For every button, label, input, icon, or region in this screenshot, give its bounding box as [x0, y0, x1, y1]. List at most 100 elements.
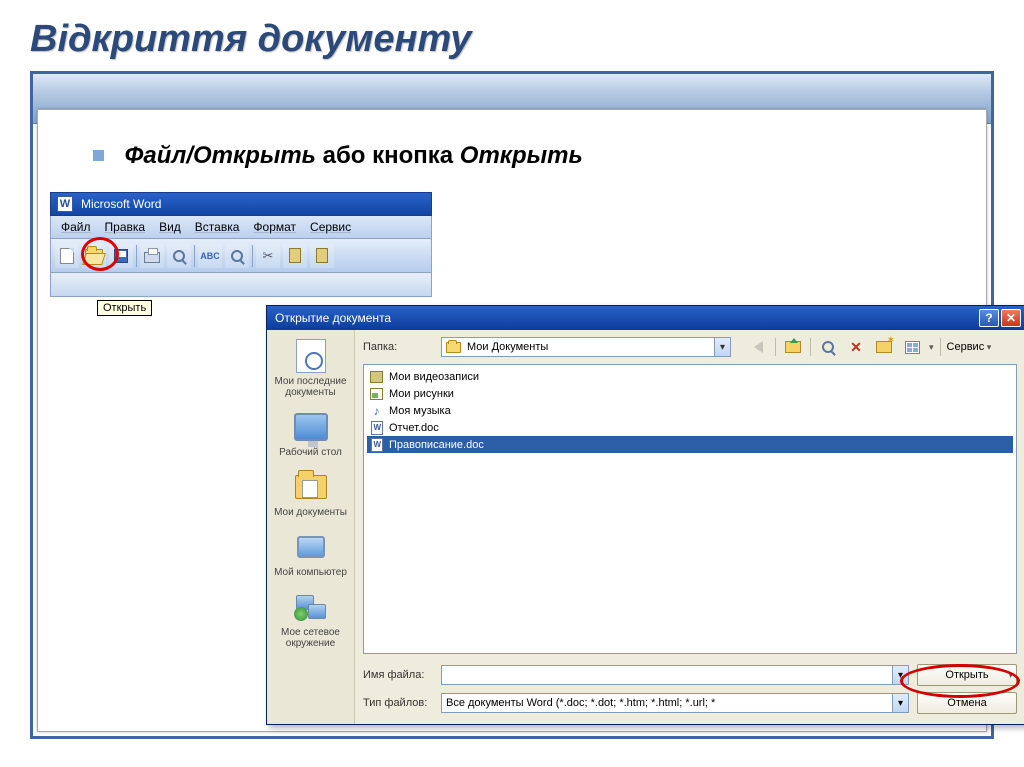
dialog-bottom: Имя файла: ▾ Открыть ▾	[355, 660, 1024, 724]
list-item[interactable]: Мои рисунки	[367, 385, 1013, 402]
delete-button[interactable]: ✕	[845, 336, 867, 358]
bullet-text-or: або кнопка	[316, 142, 460, 169]
paste-icon	[316, 248, 328, 263]
menu-tools[interactable]: Сервис	[304, 218, 357, 236]
research-icon	[231, 250, 243, 262]
open-button[interactable]: Открыть ▾	[917, 664, 1017, 686]
place-desktop[interactable]: Рабочий стол	[270, 405, 352, 463]
place-computer[interactable]: Мой компьютер	[270, 525, 352, 583]
open-split-icon[interactable]: ▾	[1008, 670, 1013, 681]
views-chevron-icon[interactable]: ▾	[929, 342, 934, 353]
chevron-down-icon[interactable]: ▾	[714, 338, 730, 356]
search-button[interactable]	[817, 336, 839, 358]
file-name: Правописание.doc	[389, 439, 484, 451]
bullet-marker	[93, 150, 104, 161]
word-app-icon: W	[57, 196, 73, 212]
bullet-text-button: Открыть	[460, 142, 583, 169]
filename-label: Имя файла:	[363, 669, 433, 681]
toolbar-preview-button[interactable]	[167, 244, 191, 268]
place-network[interactable]: Мое сетевое окружение	[270, 585, 352, 654]
chevron-down-icon[interactable]: ▾	[892, 666, 908, 684]
recent-icon	[293, 339, 329, 373]
place-label: Мой компьютер	[274, 567, 347, 578]
scissors-icon: ✂	[263, 248, 274, 264]
folder-value: Мои Документы	[467, 341, 548, 353]
filetype-label: Тип файлов:	[363, 697, 433, 709]
chevron-down-icon[interactable]: ▾	[892, 694, 908, 712]
up-icon	[785, 341, 801, 353]
place-mydocs[interactable]: Мои документы	[270, 465, 352, 523]
list-item[interactable]: ♪ Моя музыка	[367, 402, 1013, 419]
menu-view[interactable]: Вид	[153, 218, 187, 236]
desktop-icon	[293, 410, 329, 444]
views-button[interactable]	[901, 336, 923, 358]
toolbar-research-button[interactable]	[225, 244, 249, 268]
toolbar-cut-button[interactable]: ✂	[256, 244, 280, 268]
magnifier-icon	[173, 250, 185, 262]
toolbar-spellcheck-button[interactable]: ABC	[198, 244, 222, 268]
menu-insert[interactable]: Вставка	[189, 218, 246, 236]
up-button[interactable]	[782, 336, 804, 358]
newfolder-icon	[876, 341, 892, 353]
toolbar-open-button[interactable]	[82, 244, 106, 268]
dialog-titlebar[interactable]: Открытие документа ? ✕	[267, 306, 1024, 330]
file-name: Мои рисунки	[389, 388, 454, 400]
file-name: Отчет.doc	[389, 422, 439, 434]
dialog-title-text: Открытие документа	[275, 311, 391, 325]
toolbar-sep	[194, 245, 195, 267]
folder-combo[interactable]: Мои Документы ▾	[441, 337, 731, 357]
close-button[interactable]: ✕	[1001, 309, 1021, 327]
word-menubar: Файл Правка Вид Вставка Формат Сервис	[50, 216, 432, 239]
place-recent[interactable]: Мои последние документы	[270, 334, 352, 403]
menu-edit[interactable]: Правка	[99, 218, 152, 236]
place-label: Мои последние документы	[272, 376, 350, 398]
cancel-button-label: Отмена	[947, 697, 986, 709]
word-format-strip	[50, 273, 432, 297]
place-label: Мои документы	[274, 507, 347, 518]
bullet-line: Файл/Открыть або кнопка Открыть	[93, 142, 583, 170]
copy-icon	[289, 248, 301, 263]
toolbar-new-button[interactable]	[55, 244, 79, 268]
abc-icon: ABC	[200, 251, 220, 261]
list-item-selected[interactable]: Правописание.doc	[367, 436, 1013, 453]
file-list[interactable]: Мои видеозаписи Мои рисунки ♪ Моя музыка	[363, 364, 1017, 654]
place-label: Мое сетевое окружение	[272, 627, 350, 649]
folder-row: Папка: Мои Документы ▾	[355, 330, 1024, 364]
filetype-combo[interactable]: Все документы Word (*.doc; *.dot; *.htm;…	[441, 693, 909, 713]
list-item[interactable]: Мои видеозаписи	[367, 368, 1013, 385]
word-toolbar: ABC ✂	[50, 239, 432, 273]
toolbar-print-button[interactable]	[140, 244, 164, 268]
list-item[interactable]: Отчет.doc	[367, 419, 1013, 436]
file-name: Моя музыка	[389, 405, 451, 417]
word-doc-icon	[369, 421, 384, 435]
film-icon	[369, 370, 384, 384]
openfolder-icon	[85, 249, 103, 262]
toolbar-paste-button[interactable]	[310, 244, 334, 268]
search-icon	[822, 341, 834, 353]
computer-icon	[293, 530, 329, 564]
tool-sep	[775, 338, 776, 356]
tool-sep	[810, 338, 811, 356]
menu-file[interactable]: Файл	[55, 218, 97, 236]
places-bar: Мои последние документы Рабочий стол Мои…	[267, 330, 355, 724]
newdoc-icon	[60, 248, 74, 264]
filetype-value: Все документы Word (*.doc; *.dot; *.htm;…	[446, 697, 715, 709]
cancel-button[interactable]: Отмена	[917, 692, 1017, 714]
word-doc-icon	[369, 438, 384, 452]
help-button[interactable]: ?	[979, 309, 999, 327]
toolbar-save-button[interactable]	[109, 244, 133, 268]
toolbar-copy-button[interactable]	[283, 244, 307, 268]
music-icon: ♪	[369, 404, 384, 418]
slide-title: Відкриття документу	[30, 18, 994, 61]
back-button[interactable]	[747, 336, 769, 358]
tool-sep	[940, 338, 941, 356]
tools-menu[interactable]: Сервис ▾	[947, 341, 992, 353]
network-icon	[293, 590, 329, 624]
toolbar-sep	[252, 245, 253, 267]
mydocs-icon	[293, 470, 329, 504]
filename-input[interactable]: ▾	[441, 665, 909, 685]
newfolder-button[interactable]	[873, 336, 895, 358]
folder-label: Папка:	[363, 341, 433, 353]
picture-icon	[369, 387, 384, 401]
menu-format[interactable]: Формат	[247, 218, 302, 236]
